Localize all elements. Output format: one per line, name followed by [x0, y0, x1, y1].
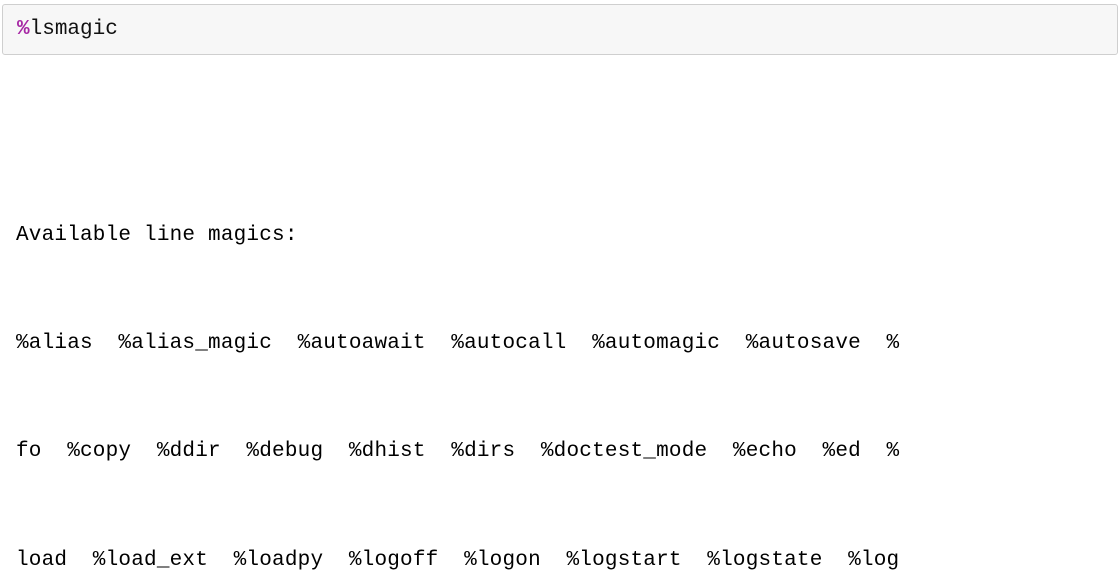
- code-input[interactable]: %lsmagic: [2, 4, 1118, 55]
- code-output: Available line magics: %alias %alias_mag…: [0, 73, 1120, 570]
- notebook-cell: %lsmagic Available line magics: %alias %…: [0, 0, 1120, 570]
- magic-command: lsmagic: [30, 18, 118, 41]
- line-magics-block: Available line magics: %alias %alias_mag…: [16, 146, 1104, 570]
- line-magics-row: fo %copy %ddir %debug %dhist %dirs %doct…: [16, 434, 1104, 470]
- line-magics-row: load %load_ext %loadpy %logoff %logon %l…: [16, 543, 1104, 570]
- line-magics-header: Available line magics:: [16, 218, 1104, 254]
- magic-prefix: %: [17, 18, 30, 41]
- line-magics-row: %alias %alias_magic %autoawait %autocall…: [16, 326, 1104, 362]
